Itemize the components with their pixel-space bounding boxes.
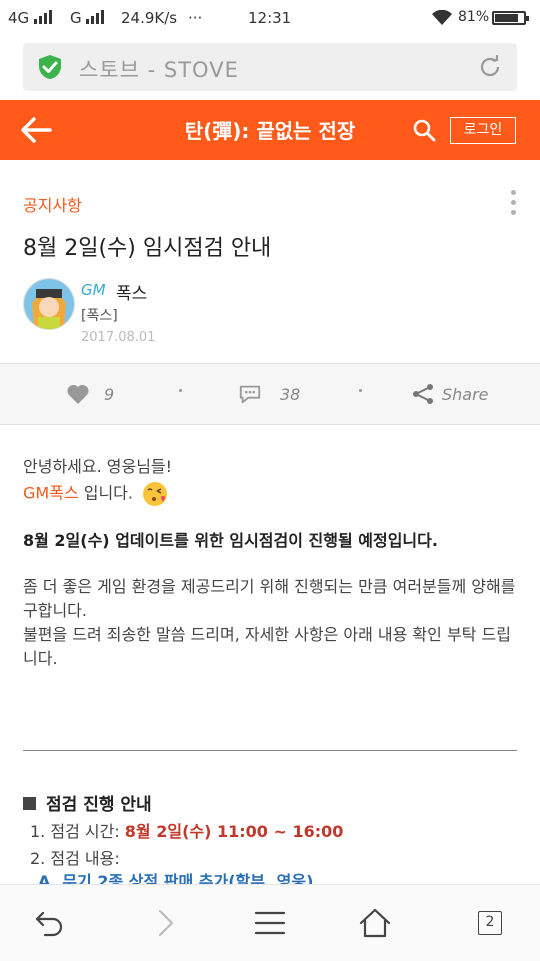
- section-heading: 점검 진행 안내: [23, 790, 152, 815]
- forward-icon[interactable]: [148, 907, 182, 939]
- app-header: 탄(彈): 끝없는 전장 로그인: [0, 100, 540, 160]
- network-type-2: G: [70, 9, 82, 27]
- separator-dot: [359, 389, 362, 392]
- reload-icon[interactable]: [477, 54, 503, 80]
- paragraph-2: 불편을 드려 죄송한 말씀 드리며, 자세한 사항은 아래 내용 확인 부탁 드…: [23, 625, 511, 668]
- action-bar: 9 38 Share: [0, 363, 540, 425]
- browser-bottom-bar: 2: [0, 884, 540, 961]
- separator-dot: [179, 389, 182, 392]
- item1-label: 1. 점검 시간:: [30, 822, 125, 841]
- item1-value: 8월 2일(수) 11:00 ~ 16:00: [124, 822, 344, 841]
- browser-address-area: 스토브 - STOVE: [0, 36, 540, 100]
- headline-text: 8월 2일(수) 업데이트를 위한 임시점검이 진행될 예정입니다.: [23, 531, 438, 550]
- battery-percent: 81%: [458, 9, 490, 25]
- network-speed: 24.9K/s: [121, 9, 178, 27]
- author-gm-badge: GM: [81, 281, 106, 299]
- tabs-icon[interactable]: 2: [478, 911, 502, 935]
- share-icon[interactable]: [411, 383, 435, 405]
- status-bar: 4G G 24.9K/s ··· 12:31 81%: [0, 0, 540, 36]
- comment-icon[interactable]: [238, 383, 262, 405]
- status-dots: ···: [188, 9, 203, 27]
- kiss-emoji-icon: [143, 482, 168, 506]
- search-icon[interactable]: [412, 118, 436, 142]
- list-item: 1. 점검 시간: 8월 2일(수) 11:00 ~ 16:00: [30, 818, 343, 842]
- url-bar[interactable]: 스토브 - STOVE: [23, 43, 517, 91]
- url-text: 스토브 - STOVE: [79, 58, 239, 82]
- like-count: 9: [104, 385, 115, 404]
- author-tag: [폭스]: [81, 308, 118, 324]
- header-title: 탄(彈): 끝없는 전장: [184, 119, 356, 143]
- greeting-text: 안녕하세요. 영웅님들!: [23, 457, 173, 476]
- kebab-icon[interactable]: [508, 190, 518, 220]
- login-button[interactable]: 로그인: [450, 117, 516, 144]
- intro-line: GM폭스 입니다.: [23, 481, 518, 507]
- undo-icon[interactable]: [33, 907, 67, 939]
- paragraph-1: 좀 더 좋은 게임 환경을 제공드리기 위해 진행되는 만큼 여러분들께 양해를…: [23, 577, 516, 620]
- square-bullet-icon: [23, 797, 36, 810]
- menu-icon[interactable]: [253, 907, 287, 939]
- gm-name-highlight: GM폭스: [23, 483, 79, 503]
- avatar-image: [24, 279, 74, 329]
- share-label[interactable]: Share: [442, 385, 489, 404]
- list-item: 2. 점검 내용:: [30, 849, 120, 868]
- section-title: 점검 진행 안내: [46, 795, 152, 815]
- post-category[interactable]: 공지사항: [23, 192, 82, 216]
- intro-suffix: 입니다.: [78, 483, 133, 503]
- home-icon[interactable]: [358, 907, 392, 939]
- list-subitem: A. 무기 2종 상점 판매 추가(할부, 영웅): [38, 872, 314, 884]
- wifi-icon: [432, 10, 452, 25]
- network-type-1: 4G: [8, 9, 30, 27]
- post-title: 8월 2일(수) 임시점검 안내: [23, 236, 272, 261]
- battery-icon: [492, 11, 529, 25]
- back-arrow-icon[interactable]: [20, 116, 52, 144]
- post-body: 안녕하세요. 영웅님들! GM폭스 입니다. 8월 2일(수) 업데이트를 위한…: [23, 455, 518, 671]
- avatar[interactable]: [23, 278, 75, 330]
- post-date: 2017.08.01: [81, 330, 156, 345]
- clock: 12:31: [248, 9, 292, 27]
- author-name[interactable]: 폭스: [116, 279, 147, 304]
- signal-icon: [34, 10, 52, 24]
- content-divider: [23, 750, 517, 751]
- comment-count: 38: [280, 385, 301, 404]
- heart-icon[interactable]: [66, 383, 90, 405]
- signal-icon-2: [86, 10, 104, 24]
- shield-check-icon: [39, 55, 61, 79]
